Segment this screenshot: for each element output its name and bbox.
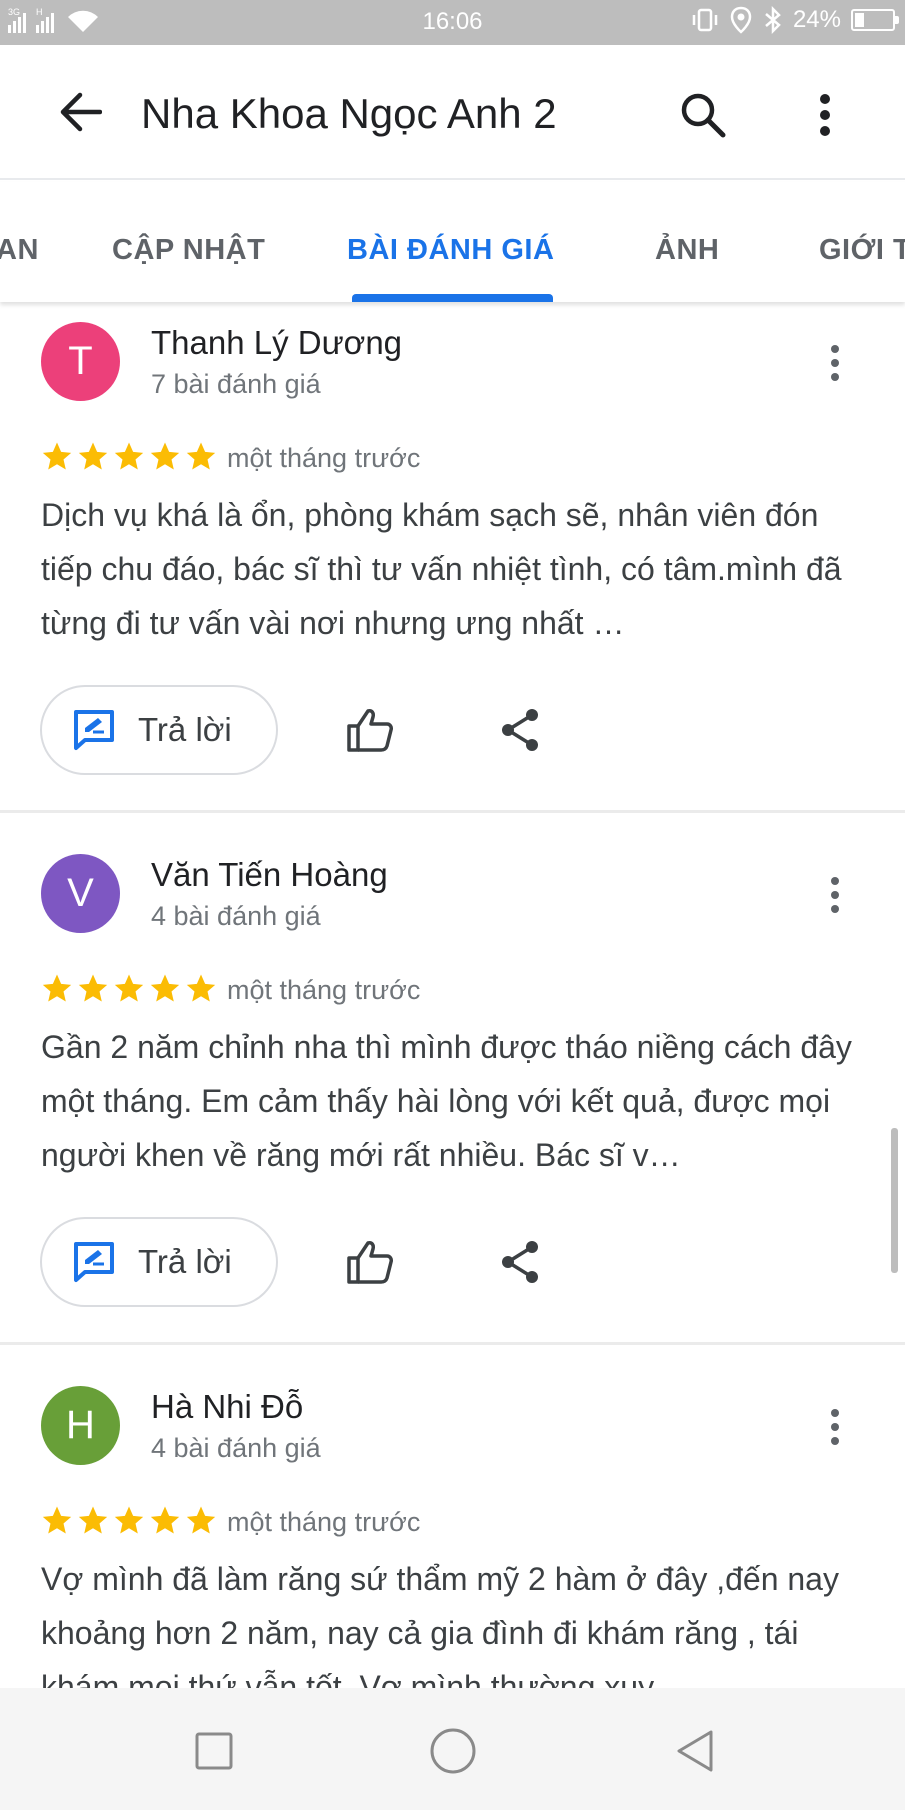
avatar-initial: H <box>66 1403 95 1447</box>
share-icon <box>502 1241 538 1283</box>
star-icon <box>186 974 216 1002</box>
thumbs-up-icon <box>347 1241 393 1284</box>
thumbs-up-icon <box>347 709 393 752</box>
review-count: 7 bài đánh giá <box>151 369 321 399</box>
star-icon <box>150 1506 180 1534</box>
review-time: một tháng trước <box>227 1507 421 1537</box>
tab-about[interactable]: GIỚI T <box>819 234 905 267</box>
tab-reviews[interactable]: BÀI ĐÁNH GIÁ <box>347 234 554 267</box>
star-rating <box>40 972 218 1006</box>
avatar[interactable]: H <box>41 1386 120 1465</box>
star-icon <box>114 1506 144 1534</box>
vibrate-icon <box>692 8 718 32</box>
battery-icon <box>851 9 899 31</box>
page-title: Nha Khoa Ngọc Anh 2 <box>141 90 557 137</box>
tab-updates[interactable]: CẬP NHẬT <box>112 234 265 267</box>
star-icon <box>42 442 72 470</box>
star-rating <box>40 440 218 474</box>
home-button[interactable] <box>418 1716 488 1786</box>
review-text[interactable]: Vợ mình đã làm răng sứ thẩm mỹ 2 hàm ở đ… <box>41 1552 863 1688</box>
location-icon <box>730 6 752 34</box>
tab-bar: AN CẬP NHẬT BÀI ĐÁNH GIÁ ẢNH GIỚI T <box>0 182 905 302</box>
star-icon <box>186 1506 216 1534</box>
review-text-body: Vợ mình đã làm răng sứ thẩm mỹ 2 hàm ở đ… <box>41 1561 839 1688</box>
star-icon <box>78 974 108 1002</box>
star-icon <box>114 442 144 470</box>
avatar-initial: V <box>67 871 94 915</box>
nav-back-button[interactable] <box>660 1716 730 1786</box>
avatar-initial: T <box>68 339 93 383</box>
review-more-button[interactable] <box>815 865 855 925</box>
star-rating <box>40 1504 218 1538</box>
tab-overview[interactable]: AN <box>0 234 39 267</box>
review-time: một tháng trước <box>227 975 421 1005</box>
arrow-back-icon <box>60 92 102 132</box>
share-button[interactable] <box>492 700 548 760</box>
more-vert-icon <box>820 94 830 136</box>
review-count: 4 bài đánh giá <box>151 1433 321 1463</box>
star-icon <box>114 974 144 1002</box>
review-count: 4 bài đánh giá <box>151 901 321 931</box>
system-nav-bar <box>0 1688 905 1810</box>
review-text-body: Gần 2 năm chỉnh nha thì mình được tháo n… <box>41 1029 852 1173</box>
more-vert-icon <box>831 345 839 381</box>
review-divider <box>0 810 905 813</box>
battery-percent: 24% <box>792 6 841 33</box>
active-tab-indicator <box>352 294 553 302</box>
more-options-button[interactable] <box>800 87 850 143</box>
avatar[interactable]: V <box>41 854 120 933</box>
star-icon <box>150 442 180 470</box>
star-icon <box>42 1506 72 1534</box>
reply-label: Trả lời <box>138 711 232 748</box>
share-icon <box>502 709 538 751</box>
review-text[interactable]: Dịch vụ khá là ổn, phòng khám sạch sẽ, n… <box>41 488 863 650</box>
more-vert-icon <box>831 1409 839 1445</box>
star-icon <box>150 974 180 1002</box>
back-button[interactable] <box>55 87 105 137</box>
bluetooth-icon <box>765 6 781 34</box>
more-vert-icon <box>831 877 839 913</box>
star-icon <box>186 442 216 470</box>
status-right: 24% <box>691 6 899 34</box>
review-more-button[interactable] <box>815 1397 855 1457</box>
reply-button[interactable]: Trả lời <box>40 1217 278 1307</box>
reply-icon <box>74 1242 114 1282</box>
star-icon <box>42 974 72 1002</box>
circle-icon <box>430 1728 476 1774</box>
reviews-list[interactable]: T Thanh Lý Dương 7 bài đánh giá một tháng t… <box>0 302 905 1688</box>
reviewer-name[interactable]: Hà Nhi Đỗ <box>151 1388 303 1426</box>
scrollbar[interactable] <box>891 1128 898 1273</box>
share-button[interactable] <box>492 1232 548 1292</box>
avatar[interactable]: T <box>41 322 120 401</box>
reply-icon <box>74 710 114 750</box>
review-text-body: Dịch vụ khá là ổn, phòng khám sạch sẽ, n… <box>41 497 842 641</box>
review-time: một tháng trước <box>227 443 421 473</box>
review-divider <box>0 1342 905 1345</box>
search-icon <box>681 93 726 138</box>
review-more-button[interactable] <box>815 333 855 393</box>
reply-label: Trả lời <box>138 1243 232 1280</box>
star-icon <box>78 442 108 470</box>
reviewer-name[interactable]: Văn Tiến Hoàng <box>151 856 388 894</box>
search-button[interactable] <box>675 87 731 143</box>
recents-button[interactable] <box>179 1716 249 1786</box>
status-bar: 3G H 16:06 24% <box>0 0 905 45</box>
tab-photos[interactable]: ẢNH <box>655 234 719 267</box>
like-button[interactable] <box>340 700 400 760</box>
reviewer-name[interactable]: Thanh Lý Dương <box>151 324 402 362</box>
square-icon <box>195 1732 233 1770</box>
like-button[interactable] <box>340 1232 400 1292</box>
star-icon <box>78 1506 108 1534</box>
reply-button[interactable]: Trả lời <box>40 685 278 775</box>
triangle-back-icon <box>677 1730 713 1772</box>
review-text[interactable]: Gần 2 năm chỉnh nha thì mình được tháo n… <box>41 1020 863 1182</box>
app-bar: Nha Khoa Ngọc Anh 2 <box>0 45 905 180</box>
